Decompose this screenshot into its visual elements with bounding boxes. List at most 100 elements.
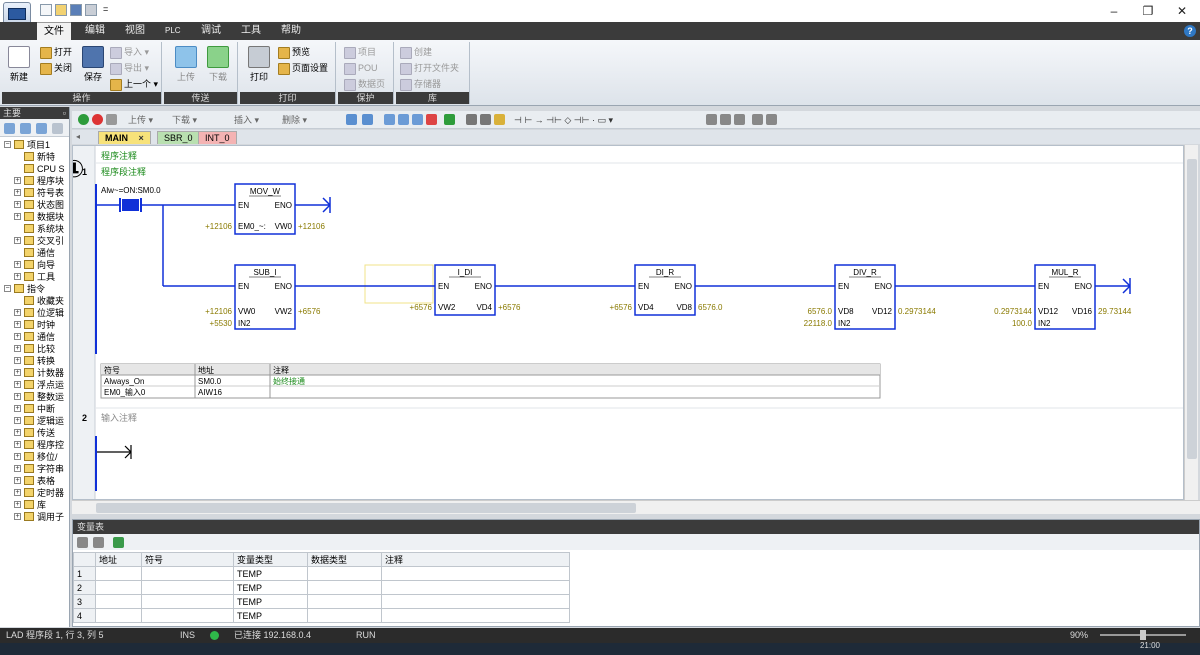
expand-toggle-icon[interactable]: + (14, 441, 21, 448)
open-button[interactable]: 打开 (40, 45, 72, 59)
tree-item[interactable]: 收藏夹 (0, 295, 69, 307)
tab-plc[interactable]: PLC (158, 22, 188, 40)
tab-edit[interactable]: 编辑 (78, 22, 112, 40)
table-cell[interactable]: TEMP (233, 580, 308, 595)
expand-toggle-icon[interactable]: + (14, 465, 21, 472)
compile-icon[interactable] (106, 114, 117, 125)
bookmark-icon[interactable] (384, 114, 395, 125)
tree-item[interactable]: + 向导 (0, 259, 69, 271)
vt-header[interactable]: 变量类型 (233, 552, 308, 567)
function-box[interactable]: MOV_WEN ENO EM0_~: VW0 +12106 +12106 (205, 183, 325, 235)
cursor-cell[interactable] (364, 264, 434, 304)
table-row[interactable]: 1 TEMP (73, 566, 570, 581)
table-cell[interactable] (381, 608, 570, 623)
expand-toggle-icon[interactable]: + (14, 357, 21, 364)
tab-file[interactable]: 文件 (37, 22, 71, 40)
create-library-button[interactable]: 创建 (400, 45, 432, 59)
table-cell[interactable] (307, 566, 382, 581)
close-tab-icon[interactable]: × (139, 133, 144, 143)
expand-toggle-icon[interactable]: + (14, 333, 21, 340)
function-box[interactable]: I_DI EN ENO VW2 VD4 +6576 +6576 (410, 264, 521, 316)
tab-debug[interactable]: 调试 (194, 22, 228, 40)
quick-access-separator[interactable]: = (103, 4, 108, 14)
monitor-icon[interactable] (346, 114, 357, 125)
table-cell[interactable] (381, 566, 570, 581)
list-icon[interactable] (20, 123, 31, 134)
doc-icon[interactable] (52, 123, 63, 134)
tree-item[interactable]: + 程序控 (0, 439, 69, 451)
vscroll-thumb[interactable] (1187, 159, 1197, 459)
function-box[interactable]: DIV_R EN ENO VD8 VD12 6576.0 0.2973144 IN2 22118… (804, 264, 937, 330)
tab-scroll-left-icon[interactable]: ◂ (76, 132, 80, 141)
pin-icon[interactable]: ▫ (63, 107, 66, 119)
go-icon[interactable] (444, 114, 455, 125)
table-cell[interactable] (141, 580, 234, 595)
close-button[interactable]: ✕ (1168, 2, 1196, 20)
function-box[interactable]: MUL_REN ENO VD12 VD16 0.2973144 29.73144 IN2 10… (994, 264, 1132, 330)
pen-icon[interactable] (752, 114, 763, 125)
table-cell[interactable] (95, 580, 142, 595)
print-quick-icon[interactable] (85, 4, 97, 16)
bookmark-prev-icon[interactable] (412, 114, 423, 125)
save-quick-icon[interactable] (70, 4, 82, 16)
tree-item[interactable]: 通信 (0, 247, 69, 259)
protect-pou-button[interactable]: POU (344, 61, 378, 75)
tree-item[interactable]: + 符号表 (0, 187, 69, 199)
tree-item[interactable]: + 交叉引 (0, 235, 69, 247)
network2-comment[interactable]: 输入注释 (101, 412, 137, 423)
tree-item[interactable]: + 位逻辑 (0, 307, 69, 319)
tab-int0[interactable]: INT_0 (198, 131, 237, 144)
table-cell[interactable] (95, 566, 142, 581)
expand-toggle-icon[interactable]: + (14, 369, 21, 376)
expand-toggle-icon[interactable]: + (14, 405, 21, 412)
stop-icon[interactable] (92, 114, 103, 125)
tree-item[interactable]: + 转换 (0, 355, 69, 367)
tree-item[interactable]: + 调用子 (0, 511, 69, 523)
tab-view[interactable]: 视图 (118, 22, 152, 40)
expand-toggle-icon[interactable]: + (14, 177, 21, 184)
table-cell[interactable] (307, 580, 382, 595)
tree-item[interactable]: + 逻辑运 (0, 415, 69, 427)
tree-item[interactable]: + 状态图 (0, 199, 69, 211)
expand-toggle-icon[interactable]: + (14, 189, 21, 196)
tree-item[interactable]: + 定时器 (0, 487, 69, 499)
expand-toggle-icon[interactable]: + (14, 489, 21, 496)
expand-toggle-icon[interactable]: + (14, 213, 21, 220)
lock3-icon[interactable] (494, 114, 505, 125)
tree-item[interactable]: CPU S (0, 163, 69, 175)
page-setup-button[interactable]: 页面设置 (278, 61, 328, 75)
vt-header[interactable] (73, 552, 96, 567)
import-button[interactable]: 导入 ▾ (110, 45, 149, 59)
tree-item[interactable]: 系统块 (0, 223, 69, 235)
view-icon[interactable] (4, 123, 15, 134)
ladder-editor[interactable]: 程序注释 ① 1 程序段注释 Alw~=ON:SM0.0 MOV_WENENOE… (72, 145, 1184, 500)
tab-sbr0[interactable]: SBR_0 (157, 131, 200, 144)
expand-toggle-icon[interactable]: + (14, 429, 21, 436)
detail-icon[interactable] (36, 123, 47, 134)
expand-toggle-icon[interactable]: + (14, 345, 21, 352)
edit-icon[interactable] (720, 114, 731, 125)
network1-comment[interactable]: 程序段注释 (101, 166, 146, 177)
insert-row-icon[interactable] (77, 537, 88, 548)
table-cell[interactable]: TEMP (233, 608, 308, 623)
open-folder-button[interactable]: 打开文件夹 (400, 61, 459, 75)
contact-selected[interactable] (122, 199, 139, 211)
table-cell[interactable] (307, 594, 382, 609)
vt-header[interactable]: 数据类型 (307, 552, 382, 567)
help-icon[interactable]: ? (1184, 25, 1196, 37)
lock-icon[interactable] (466, 114, 477, 125)
tree-item[interactable]: − 指令 (0, 283, 69, 295)
expand-toggle-icon[interactable]: + (14, 417, 21, 424)
expand-toggle-icon[interactable]: + (14, 381, 21, 388)
open-quick-icon[interactable] (55, 4, 67, 16)
table-cell[interactable]: TEMP (233, 566, 308, 581)
download-button[interactable]: 下载 (204, 46, 232, 83)
tree-item[interactable]: + 移位/ (0, 451, 69, 463)
toolbar-delete[interactable]: 删除 ▾ (282, 113, 307, 127)
preview-button[interactable]: 预览 (278, 45, 310, 59)
editor-horizontal-scrollbar[interactable] (72, 500, 1200, 514)
table-cell[interactable] (381, 594, 570, 609)
hscroll-thumb[interactable] (96, 503, 636, 513)
table-cell[interactable]: TEMP (233, 594, 308, 609)
export-button[interactable]: 导出 ▾ (110, 61, 149, 75)
